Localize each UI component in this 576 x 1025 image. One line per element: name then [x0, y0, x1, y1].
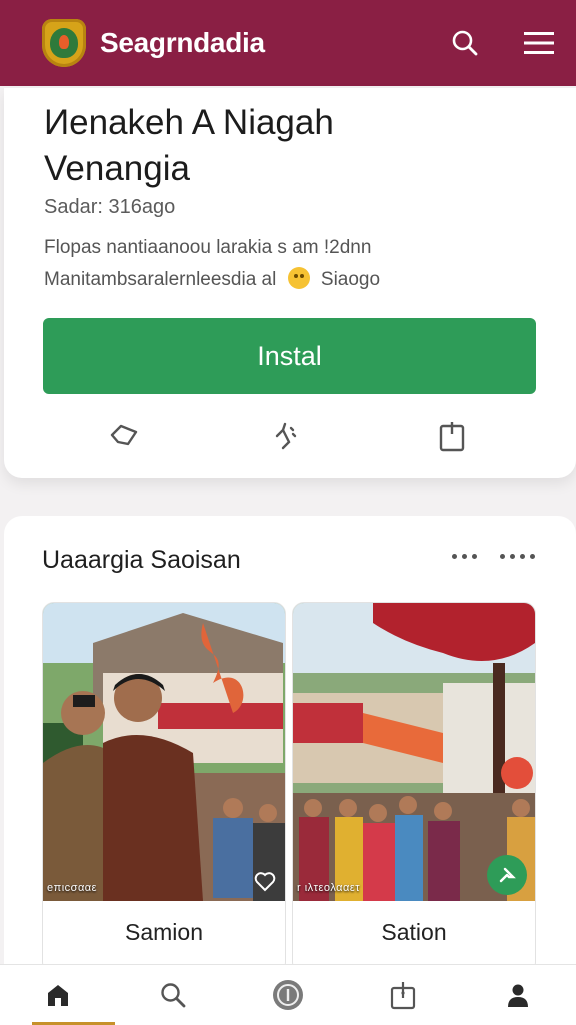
search-icon[interactable] [448, 26, 482, 60]
app-description: Flopas nantiaanoou larakia s am !2dnn Ma… [44, 232, 534, 296]
install-button[interactable]: Instal [43, 318, 536, 394]
pin-icon[interactable] [487, 855, 527, 895]
gallery-item-label: Sation [381, 919, 447, 945]
gallery-title: Uaaargia Saoisan [42, 546, 241, 574]
nav-home-icon[interactable] [0, 965, 116, 1025]
nav-search-icon[interactable] [115, 965, 230, 1025]
overflow-menu-icon[interactable] [500, 554, 535, 559]
more-options-icon[interactable] [452, 554, 477, 559]
smiley-emoji-icon [287, 267, 310, 289]
gallery-card: Uaaargia Saoisan eπιcσααε Samion r ιλτεο… [4, 516, 576, 976]
app-title-line1: Иenakeh A Niagah [44, 103, 334, 142]
nav-share-box-icon[interactable] [346, 965, 461, 1025]
bottom-navigation [0, 964, 576, 1025]
app-actions-row [4, 418, 576, 458]
gallery-item[interactable]: eπιcσααε Samion [42, 602, 286, 974]
sparkle-icon[interactable] [268, 418, 304, 454]
app-description-line2-tail: Siaogo [320, 269, 381, 290]
nav-info-circle-icon[interactable] [230, 965, 345, 1025]
menu-icon[interactable] [522, 26, 556, 60]
favorite-icon[interactable] [253, 869, 277, 893]
gallery-photo[interactable] [43, 603, 285, 901]
app-description-line2: Manitambsaralernleesdia al Siaogo [44, 264, 534, 296]
app-description-line1: Flopas nantiaanoou larakia s am !2dnn [44, 237, 372, 258]
app-info-card: Иenakeh A Niagah Venangia Sadar: 316ago … [4, 88, 576, 478]
share-icon[interactable] [106, 418, 142, 454]
app-description-line2-text: Manitambsaralernleesdia al [44, 269, 277, 290]
bookmark-icon[interactable] [434, 418, 470, 454]
gallery-photo-caption: eπιcσααε [47, 882, 98, 894]
app-title-line2: Venangia [44, 149, 190, 188]
gallery-item-label: Samion [125, 919, 203, 945]
app-title: Иenakeh A Niagah Venangia [44, 100, 514, 192]
app-header: Seagrndadia [0, 0, 576, 86]
gallery-item[interactable]: r ιλτεολααετ Sation [292, 602, 536, 974]
brand-name: Seagrndadia [100, 27, 265, 58]
brand-logo-icon [42, 19, 86, 67]
app-subtitle: Sadar: 316ago [44, 196, 176, 218]
nav-profile-icon[interactable] [461, 965, 576, 1025]
gallery-photo-caption: r ιλτεολααετ [297, 882, 361, 894]
